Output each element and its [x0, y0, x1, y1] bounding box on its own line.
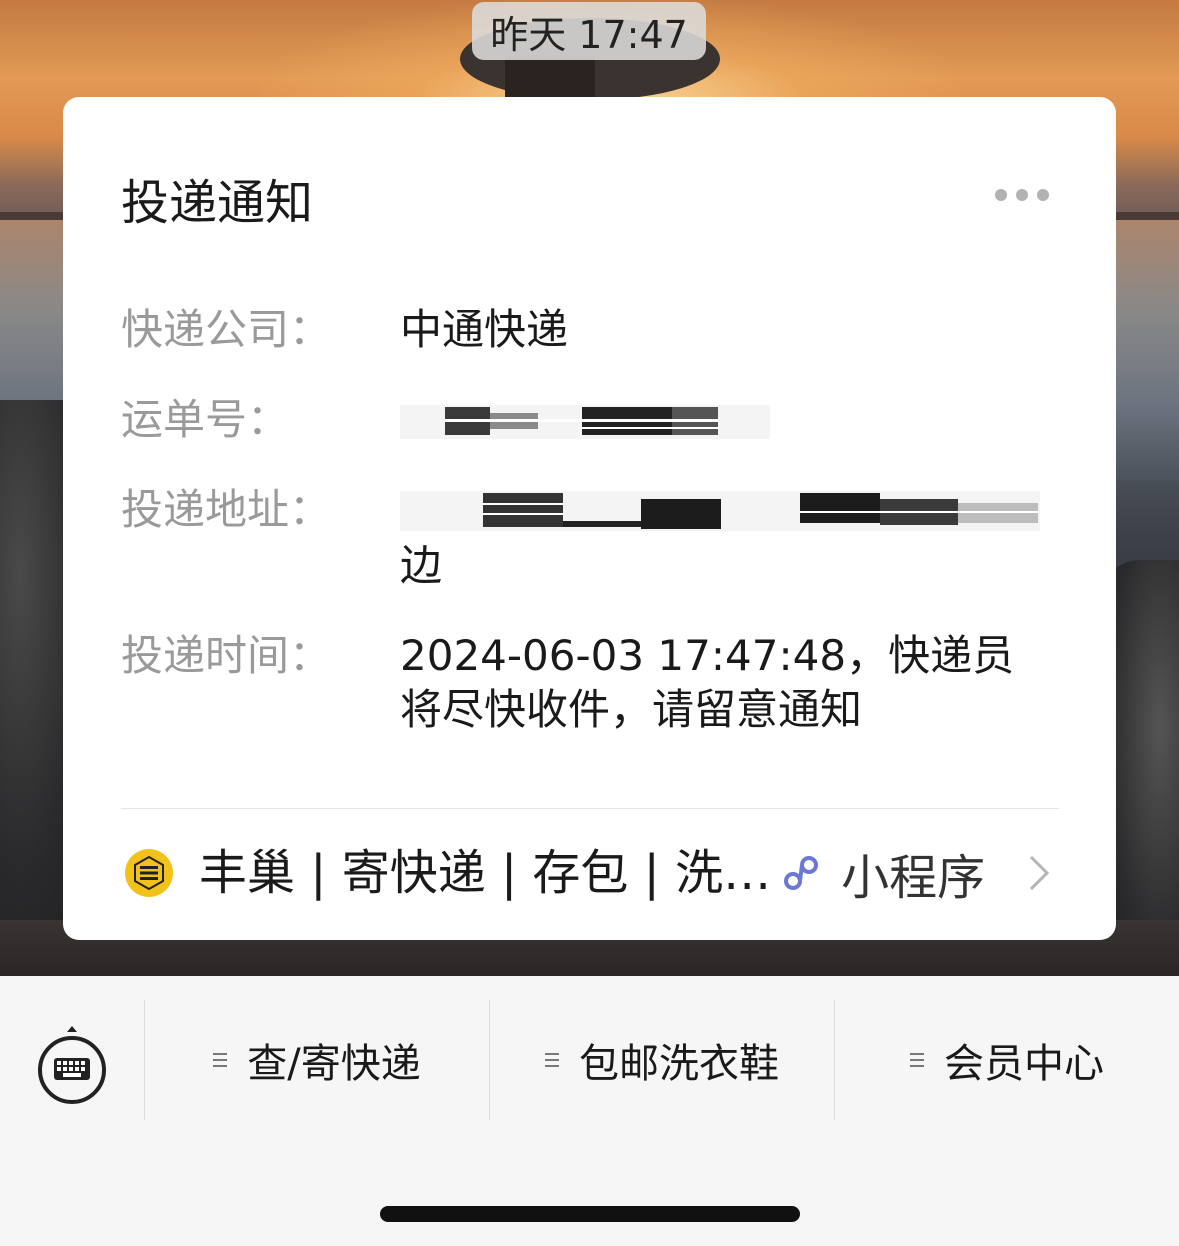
- notification-card[interactable]: 投递通知 快递公司： 中通快递 运单号： 投递地址： 边 投递时间： 2024-…: [63, 97, 1116, 940]
- courier-company-label: 快递公司：: [121, 305, 332, 354]
- mini-program-row[interactable]: 丰巢 | 寄快递 | 存包 | 洗… 小程序: [121, 837, 1061, 909]
- submenu-indicator-icon: [545, 1049, 559, 1071]
- chevron-right-icon: [1030, 855, 1050, 891]
- menu-item-member-center[interactable]: 会员中心: [835, 1030, 1179, 1090]
- card-divider: [121, 808, 1059, 809]
- menu-item-label: 包邮洗衣鞋: [579, 1041, 779, 1087]
- submenu-indicator-icon: [910, 1049, 924, 1071]
- mini-program-links: 丰巢 | 寄快递 | 存包 | 洗…: [199, 845, 772, 901]
- delivery-address-tail: 边: [400, 541, 443, 590]
- delivery-address-redacted: [400, 491, 1040, 531]
- menu-item-label: 会员中心: [944, 1041, 1104, 1087]
- mini-program-label: 小程序: [841, 850, 986, 906]
- menu-item-query-send-express[interactable]: 查/寄快递: [145, 1030, 489, 1090]
- home-indicator[interactable]: [380, 1206, 800, 1222]
- card-title: 投递通知: [121, 175, 314, 231]
- timestamp-text: 昨天 17:47: [490, 12, 688, 57]
- delivery-address-label: 投递地址：: [121, 485, 332, 534]
- keyboard-toggle-icon[interactable]: [36, 1024, 108, 1104]
- courier-company-value: 中通快递: [400, 305, 569, 354]
- tracking-number-label: 运单号：: [121, 395, 290, 444]
- message-timestamp: 昨天 17:47: [472, 2, 706, 60]
- tracking-number-redacted: [400, 405, 770, 439]
- more-dots-icon[interactable]: [995, 185, 1051, 205]
- official-account-menu: 查/寄快递 包邮洗衣鞋 会员中心: [0, 976, 1179, 1246]
- wallpaper-figure: [505, 55, 595, 99]
- menu-item-free-shipping-laundry[interactable]: 包邮洗衣鞋: [490, 1030, 834, 1090]
- fengchao-logo-icon: [125, 849, 173, 897]
- menu-item-label: 查/寄快递: [247, 1041, 421, 1087]
- delivery-time-value: 2024-06-03 17:47:48，快递员将尽快收件，请留意通知: [400, 631, 1015, 734]
- submenu-indicator-icon: [213, 1049, 228, 1071]
- delivery-time-label: 投递时间：: [121, 631, 332, 680]
- mini-program-link-icon: [784, 856, 819, 890]
